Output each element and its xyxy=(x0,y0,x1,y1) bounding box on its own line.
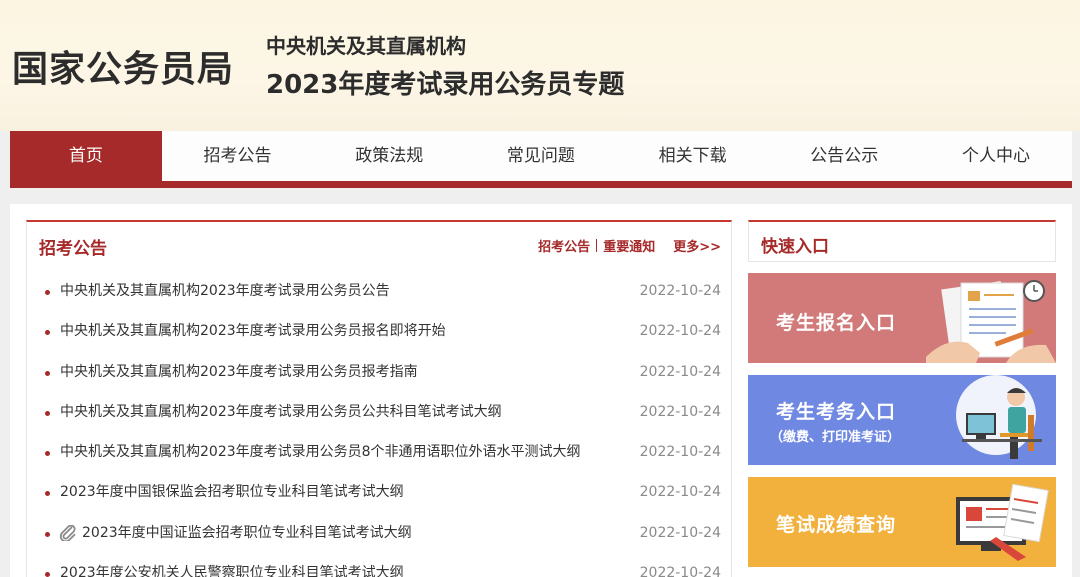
nav-item-faq[interactable]: 常见问题 xyxy=(465,131,617,181)
list-item[interactable]: 中央机关及其直属机构2023年度考试录用公务员公告 2022-10-24 xyxy=(27,274,731,314)
list-item[interactable]: 中央机关及其直属机构2023年度考试录用公务员8个非通用语职位外语水平测试大纲 … xyxy=(27,435,731,475)
paperclip-icon xyxy=(59,524,76,541)
bullet-dot xyxy=(45,330,50,336)
exam-affairs-entry-label: 考生考务入口 xyxy=(776,401,897,423)
tab-important-notices[interactable]: 重要通知 xyxy=(603,236,655,255)
list-item[interactable]: 中央机关及其直属机构2023年度考试录用公务员公共科目笔试考试大纲 2022-1… xyxy=(27,395,731,435)
nav-item-announcements[interactable]: 招考公告 xyxy=(162,131,314,181)
nav-item-home[interactable]: 首页 xyxy=(10,131,162,181)
bullet-dot xyxy=(45,290,50,295)
main-content: 招考公告 招考公告 重要通知 更多>> 中央机关及其直属机构2023年度考试录用… xyxy=(10,204,1072,577)
nav-item-downloads[interactable]: 相关下载 xyxy=(617,131,769,181)
announcements-title: 招考公告 xyxy=(39,239,107,259)
announcement-title[interactable]: 中央机关及其直属机构2023年度考试录用公务员公告 xyxy=(60,281,390,301)
registration-entry-card[interactable]: 考生报名入口 xyxy=(748,273,1056,363)
bullet-dot xyxy=(45,410,50,416)
nav-underline-bar xyxy=(10,181,1072,188)
bullet-dot xyxy=(45,531,50,537)
bullet-dot xyxy=(45,491,50,497)
exam-affairs-entry-sublabel: （缴费、打印准考证） xyxy=(770,430,901,445)
more-link[interactable]: 更多>> xyxy=(673,236,721,255)
announcement-title[interactable]: 2023年度中国证监会招考职位专业科目笔试考试大纲 xyxy=(82,523,412,543)
announcement-date: 2022-10-24 xyxy=(639,403,721,420)
announcement-title[interactable]: 中央机关及其直属机构2023年度考试录用公务员公共科目笔试考试大纲 xyxy=(60,402,502,422)
announcements-tabs: 招考公告 重要通知 更多>> xyxy=(538,236,721,255)
announcement-date: 2022-10-24 xyxy=(639,484,721,501)
announcements-panel: 招考公告 招考公告 重要通知 更多>> 中央机关及其直属机构2023年度考试录用… xyxy=(26,220,732,577)
quick-entry-header: 快速入口 xyxy=(748,220,1056,262)
registration-entry-label: 考生报名入口 xyxy=(776,312,897,334)
bullet-dot xyxy=(45,572,50,577)
header-topic-title: 2023年度考试录用公务员专题 xyxy=(266,70,625,100)
announcement-title[interactable]: 2023年度公安机关人民警察职位专业科目笔试考试大纲 xyxy=(60,563,404,577)
list-item[interactable]: 2023年度公安机关人民警察职位专业科目笔试考试大纲 2022-10-24 xyxy=(27,556,731,577)
nav-item-notices[interactable]: 公告公示 xyxy=(768,131,920,181)
application-form-icon xyxy=(926,280,1056,363)
list-item[interactable]: 2023年度中国银保监会招考职位专业科目笔试考试大纲 2022-10-24 xyxy=(27,475,731,515)
site-name[interactable]: 国家公务员局 xyxy=(12,40,234,92)
header-subtitle: 中央机关及其直属机构 xyxy=(266,34,466,58)
announcement-date: 2022-10-24 xyxy=(639,323,721,340)
bullet-dot xyxy=(45,451,50,457)
announcement-date: 2022-10-24 xyxy=(639,565,721,577)
announcement-title[interactable]: 中央机关及其直属机构2023年度考试录用公务员报名即将开始 xyxy=(60,321,446,341)
announcement-date: 2022-10-24 xyxy=(639,283,721,299)
score-report-icon xyxy=(956,483,1049,561)
tab-announcements[interactable]: 招考公告 xyxy=(538,236,590,255)
student-at-desk-icon xyxy=(956,375,1042,459)
score-query-entry-card[interactable]: 笔试成绩查询 xyxy=(748,477,1056,567)
announcement-date: 2022-10-24 xyxy=(639,524,721,541)
bullet-dot xyxy=(45,370,50,376)
list-item[interactable]: 中央机关及其直属机构2023年度考试录用公务员报考指南 2022-10-24 xyxy=(27,355,731,395)
announcement-title[interactable]: 中央机关及其直属机构2023年度考试录用公务员报考指南 xyxy=(60,362,418,382)
list-item[interactable]: 2023年度中国证监会招考职位专业科目笔试考试大纲 2022-10-24 xyxy=(27,516,731,556)
announcement-title[interactable]: 中央机关及其直属机构2023年度考试录用公务员8个非通用语职位外语水平测试大纲 xyxy=(60,442,581,462)
announcement-date: 2022-10-24 xyxy=(639,363,721,380)
announcement-list: 中央机关及其直属机构2023年度考试录用公务员公告 2022-10-24 中央机… xyxy=(27,274,731,577)
quick-entry-title: 快速入口 xyxy=(761,237,829,257)
main-nav: 首页 招考公告 政策法规 常见问题 相关下载 公告公示 个人中心 xyxy=(10,131,1072,181)
exam-affairs-entry-card[interactable]: 考生考务入口 （缴费、打印准考证） xyxy=(748,375,1056,465)
tab-separator xyxy=(596,239,598,252)
announcement-title[interactable]: 2023年度中国银保监会招考职位专业科目笔试考试大纲 xyxy=(60,482,404,502)
site-header: 国家公务员局 中央机关及其直属机构 2023年度考试录用公务员专题 xyxy=(0,0,1080,131)
nav-item-policies[interactable]: 政策法规 xyxy=(313,131,465,181)
list-item[interactable]: 中央机关及其直属机构2023年度考试录用公务员报名即将开始 2022-10-24 xyxy=(27,314,731,354)
announcement-date: 2022-10-24 xyxy=(639,444,721,461)
nav-item-personal-center[interactable]: 个人中心 xyxy=(920,131,1072,181)
score-query-entry-label: 笔试成绩查询 xyxy=(776,514,897,536)
